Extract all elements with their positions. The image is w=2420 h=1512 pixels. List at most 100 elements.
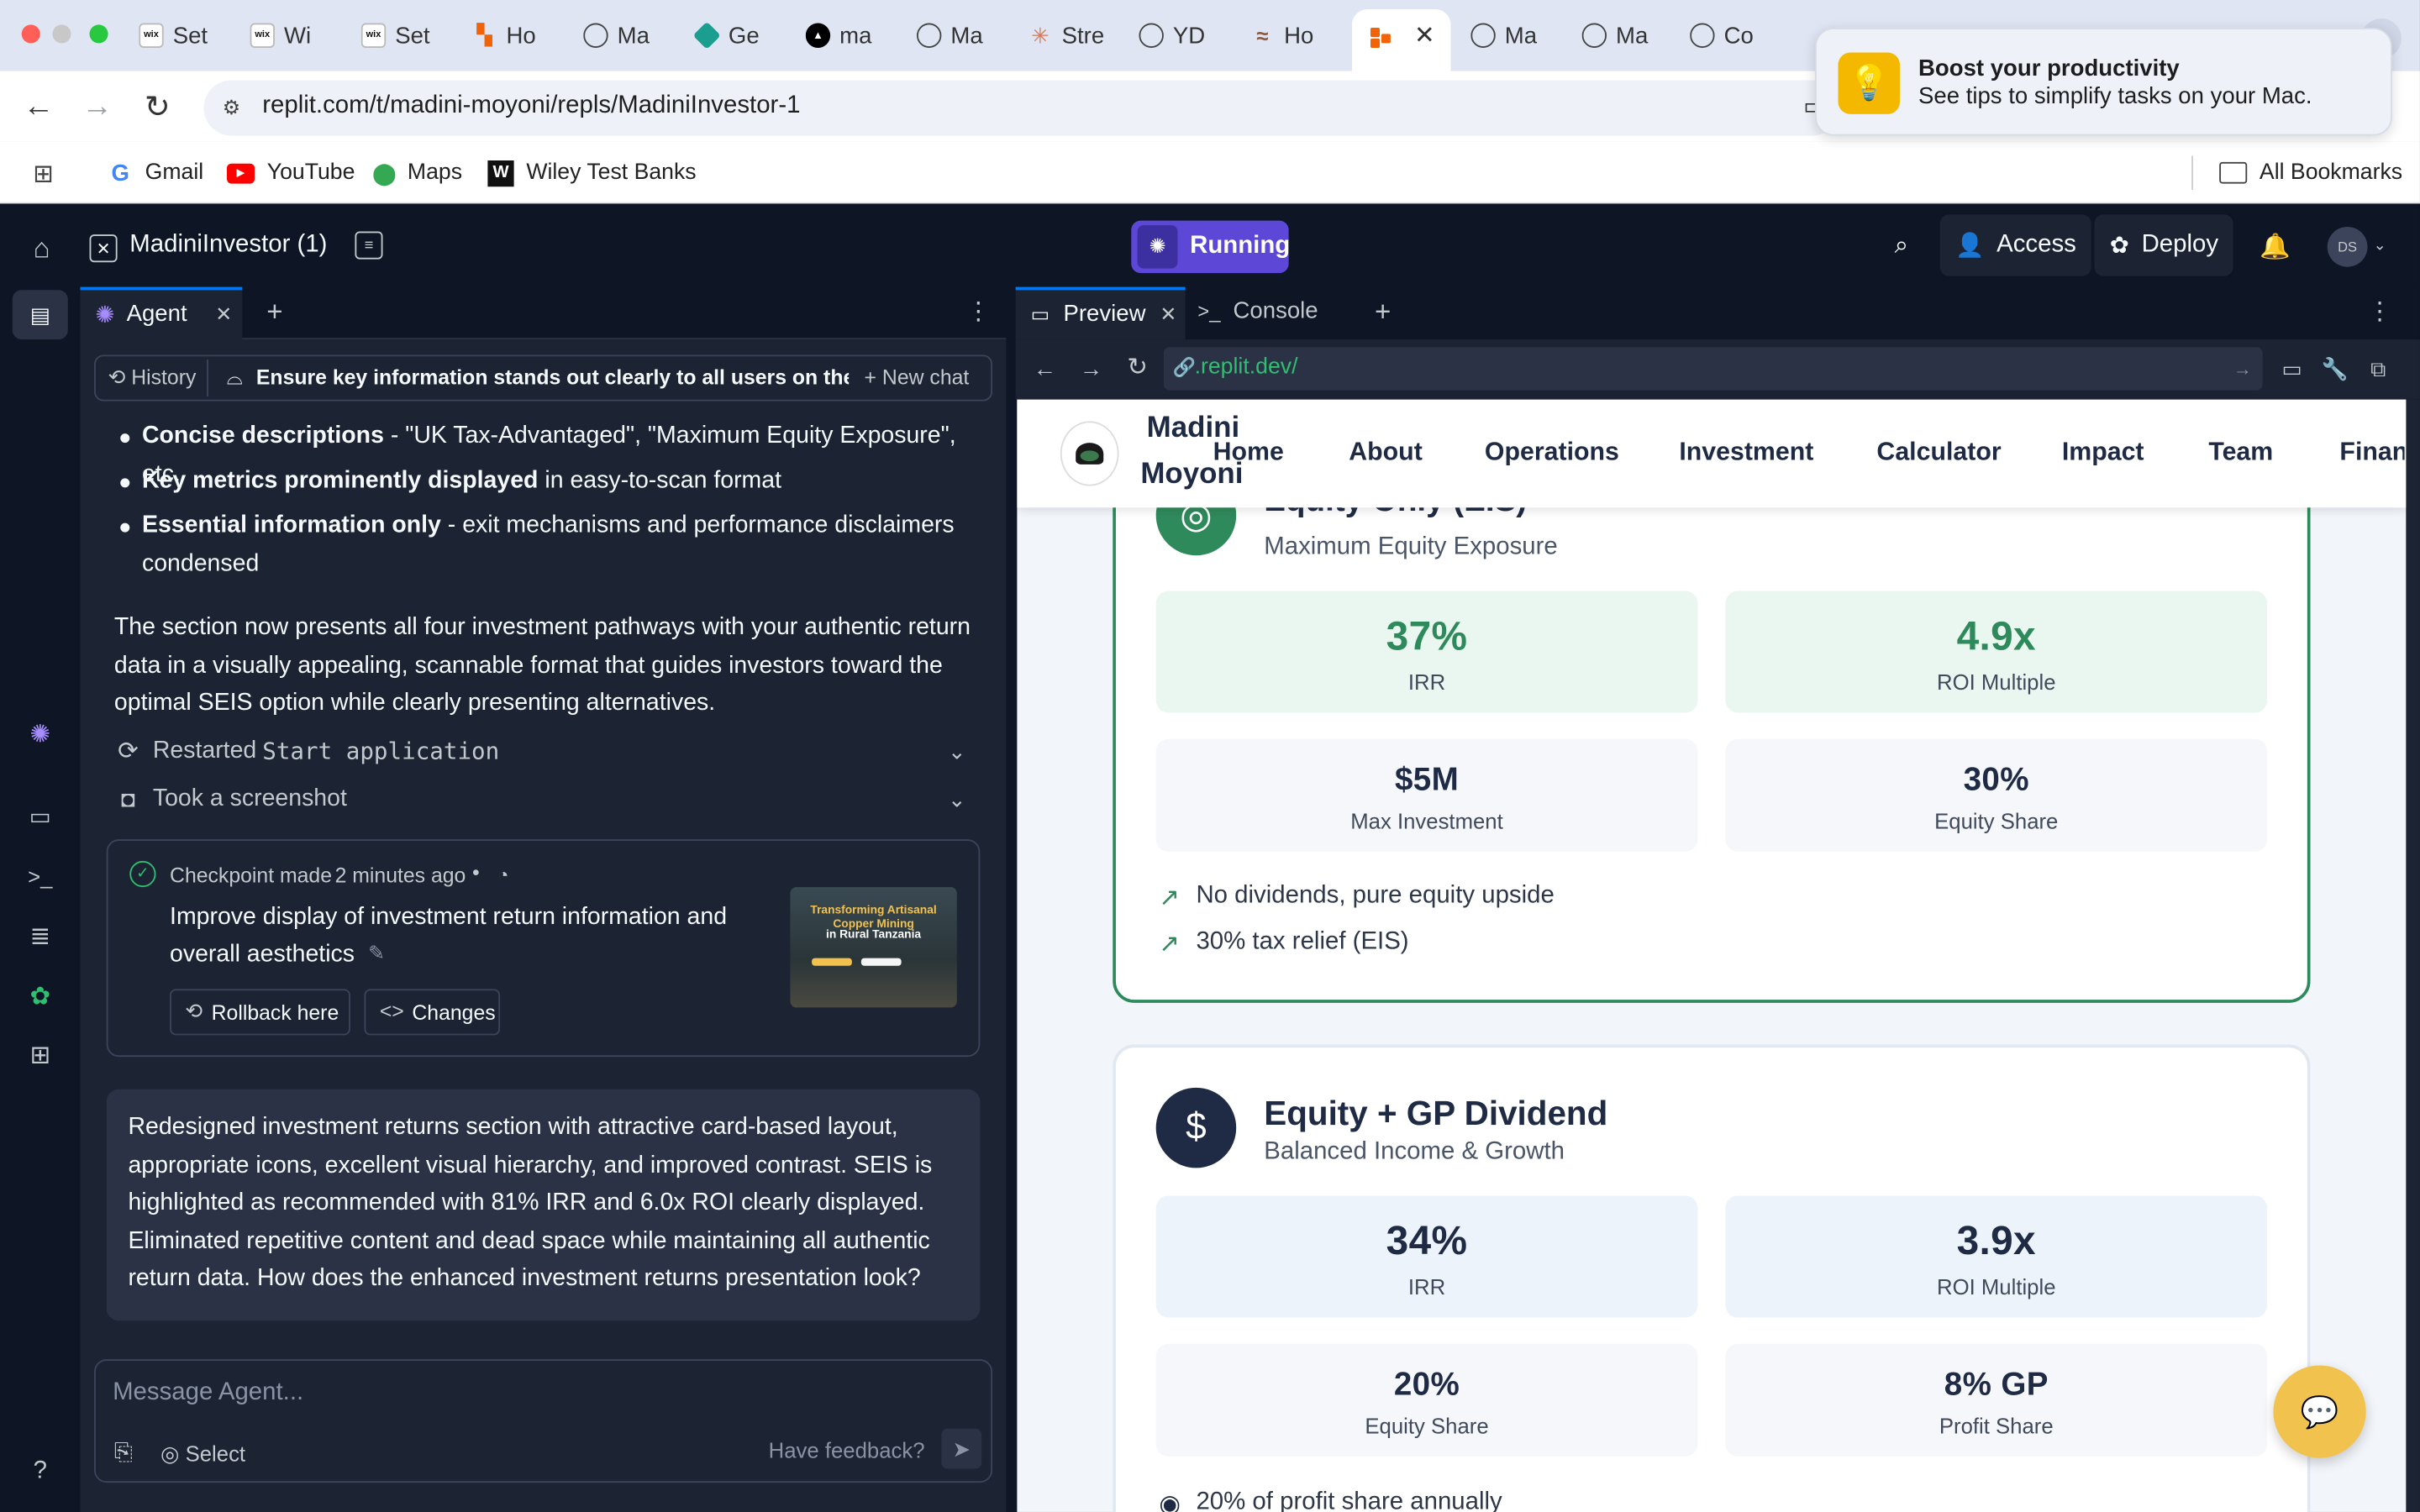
nav-impact[interactable]: Impact: [2062, 438, 2144, 468]
action-restart[interactable]: ⟳ Restarted Start application ⌄: [114, 734, 979, 771]
browser-tab[interactable]: YD: [1139, 13, 1238, 59]
deployments-icon[interactable]: ✿: [22, 978, 59, 1015]
forward-icon[interactable]: →: [81, 89, 114, 123]
tab-agent[interactable]: ✺ Agent ✕: [80, 286, 243, 340]
go-arrow-icon[interactable]: →: [2232, 356, 2254, 381]
history-icon: ⟲: [185, 1000, 203, 1023]
metric-label: IRR: [1407, 669, 1446, 695]
search-icon[interactable]: ⌕: [1886, 232, 1917, 263]
minimize-window-button[interactable]: [52, 24, 71, 44]
all-tools-icon[interactable]: ⊞: [22, 1037, 59, 1074]
select-button[interactable]: ◎ Select: [160, 1441, 245, 1467]
access-button[interactable]: 👤 Access: [1939, 214, 2092, 276]
preview-url-input[interactable]: 🔗 .replit.dev/ →: [1163, 347, 2263, 391]
changes-button[interactable]: <> Changes: [364, 989, 501, 1036]
more-options-icon[interactable]: ⋮: [2367, 297, 2391, 328]
edit-icon[interactable]: ✎: [364, 940, 388, 968]
panel-resize-handle[interactable]: [1006, 286, 1016, 1512]
device-icon[interactable]: ▭: [2278, 354, 2306, 382]
avatar[interactable]: DS: [2327, 226, 2368, 267]
preview-icon[interactable]: ▭: [22, 798, 59, 835]
active-tab[interactable]: ✕: [1351, 9, 1451, 71]
devtools-icon[interactable]: 🔧: [2321, 354, 2349, 382]
reload-icon[interactable]: ↻: [140, 90, 174, 123]
nav-operations[interactable]: Operations: [1485, 438, 1619, 468]
history-button[interactable]: ⟲ History: [108, 365, 197, 390]
open-new-tab-icon[interactable]: ⧉: [2365, 354, 2392, 382]
browser-tab[interactable]: Ma: [1581, 13, 1681, 59]
browser-tab[interactable]: wix Set: [139, 13, 238, 59]
zoom-window-button[interactable]: [89, 24, 108, 44]
bookmark-gmail[interactable]: G Gmail: [108, 156, 204, 190]
browser-tab[interactable]: ≈ Ho: [1250, 13, 1349, 59]
site-info-icon[interactable]: ⚙: [216, 92, 247, 123]
browser-tab[interactable]: wix Set: [360, 13, 460, 59]
forward-icon[interactable]: →: [1077, 354, 1105, 382]
browser-tab[interactable]: ▲ ma: [805, 13, 905, 59]
back-icon[interactable]: ←: [22, 89, 55, 123]
add-tab-icon[interactable]: +: [1367, 296, 1398, 328]
close-window-button[interactable]: [21, 24, 40, 44]
project-name[interactable]: MadiniInvestor (1): [129, 232, 327, 260]
bell-icon[interactable]: 🔔: [2260, 232, 2291, 263]
nav-about[interactable]: About: [1349, 438, 1423, 468]
chat-bubble-button[interactable]: 💬: [2273, 1365, 2366, 1458]
browser-tab[interactable]: Ma: [583, 13, 682, 59]
database-icon[interactable]: ≣: [22, 918, 59, 955]
home-icon[interactable]: ⌂: [24, 232, 58, 265]
divider: [207, 359, 208, 397]
mac-tips-notification[interactable]: 💡 Boost your productivity See tips to si…: [1814, 28, 2392, 136]
database-icon[interactable]: ≡: [355, 231, 383, 260]
nav-finance[interactable]: Financ: [2339, 438, 2404, 468]
nav-calculator[interactable]: Calculator: [1876, 438, 2001, 468]
bookmark-youtube[interactable]: ▶ YouTube: [226, 156, 355, 190]
close-tab-icon[interactable]: ✕: [213, 302, 234, 327]
action-screenshot[interactable]: ◘ Took a screenshot ⌄: [114, 782, 979, 819]
wiley-icon: W: [487, 160, 514, 186]
file-tree-button[interactable]: ▤: [12, 290, 68, 340]
thumb-button: [860, 958, 902, 966]
chevron-down-icon[interactable]: ⌄: [2370, 234, 2389, 256]
feedback-link[interactable]: Have feedback?: [769, 1438, 925, 1462]
browser-tab[interactable]: ✳ Stre: [1028, 13, 1127, 59]
tab-console[interactable]: >_ Console: [1195, 287, 1349, 339]
browser-tab[interactable]: Ge: [694, 13, 794, 59]
deploy-button[interactable]: ✿ Deploy: [2094, 214, 2234, 276]
tab-label: Preview: [1063, 301, 1146, 328]
back-icon[interactable]: ←: [1031, 354, 1059, 382]
run-button[interactable]: ✺ Running: [1131, 220, 1290, 274]
rollback-button[interactable]: ⟲ Rollback here: [170, 989, 350, 1036]
nav-team[interactable]: Team: [2208, 438, 2273, 468]
help-icon[interactable]: ?: [22, 1453, 59, 1490]
browser-tab[interactable]: wix Wi: [250, 13, 350, 59]
address-bar[interactable]: ⚙ replit.com/t/madini-moyoni/repls/Madin…: [203, 80, 1840, 136]
browser-tab[interactable]: Ma: [1470, 13, 1570, 59]
new-chat-button[interactable]: + New chat: [865, 365, 970, 389]
browser-tab[interactable]: Co: [1690, 13, 1789, 59]
nav-home[interactable]: Home: [1213, 438, 1284, 468]
metric-value: 34%: [1386, 1217, 1468, 1264]
add-tab-icon[interactable]: +: [260, 296, 291, 328]
bookmark-maps[interactable]: ⬤ Maps: [372, 156, 462, 190]
bookmark-wiley[interactable]: W Wiley Test Banks: [487, 156, 697, 190]
close-tab-icon[interactable]: ✕: [1158, 302, 1180, 327]
browser-tab[interactable]: Ma: [916, 13, 1016, 59]
browser-tab[interactable]: ▚ Ho: [472, 13, 571, 59]
thread-title[interactable]: Ensure key information stands out clearl…: [256, 365, 849, 389]
attach-icon[interactable]: ⎘: [111, 1438, 135, 1466]
console-icon[interactable]: >_: [22, 858, 59, 895]
agent-icon[interactable]: ✺: [22, 716, 59, 753]
more-options-icon[interactable]: ⋮: [966, 297, 991, 328]
site-logo[interactable]: [1060, 421, 1119, 486]
close-tab-icon[interactable]: ✕: [1411, 22, 1439, 50]
message-input[interactable]: Message Agent...: [113, 1379, 977, 1407]
nav-investment[interactable]: Investment: [1679, 438, 1813, 468]
globe-icon: [1470, 23, 1496, 48]
reload-icon[interactable]: ↻: [1123, 354, 1151, 381]
checkpoint-screenshot-thumbnail[interactable]: Transforming Artisanal Copper Mining in …: [790, 887, 957, 1008]
send-icon[interactable]: ➤: [941, 1428, 982, 1469]
apps-grid-icon[interactable]: ⊞: [28, 159, 59, 190]
preview-scrollbar[interactable]: [2406, 399, 2420, 1512]
all-bookmarks[interactable]: All Bookmarks: [2219, 156, 2402, 190]
tab-preview[interactable]: ▭ Preview ✕: [1015, 286, 1186, 340]
